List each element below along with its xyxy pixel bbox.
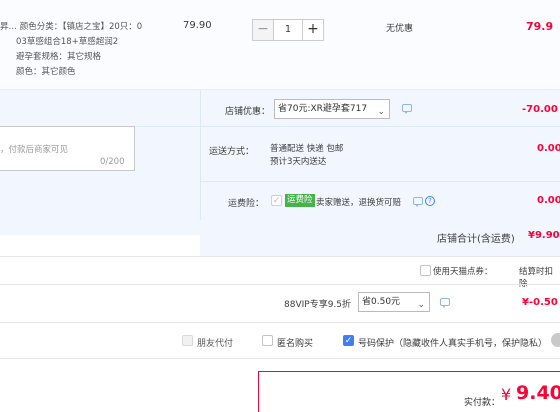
chevron-down-icon: ⌄ [417,300,425,310]
chat-icon[interactable] [402,104,412,114]
decrease-quantity-button[interactable]: − [253,20,274,40]
anonymous-label: 匿名购买 [277,339,314,349]
shop-coupon-value: 省70元:XR避孕套717 [278,104,368,114]
vip-discount-value: 省0.50元 [362,297,401,307]
order-confirm-page: 昇… 颜色分类：【镇店之宝】20只：0 03草感组合18+草感超润2 避孕套规格… [0,0,560,412]
chat-icon[interactable] [440,298,450,308]
friend-pay-label: 朋友代付 [197,339,234,349]
insurance-amount: 0.00 [537,195,560,206]
spec-line: 昇… 颜色分类：【镇店之宝】20只：0 [0,22,143,32]
shipping-amount: 0.00 [537,143,560,154]
spec-line: 颜色：其它颜色 [16,67,76,77]
payment-label: 实付款： [464,398,501,408]
tmall-points-checkbox[interactable] [420,265,431,276]
insurance-label: 运费险： [227,199,264,209]
divider [0,322,560,323]
vip-discount-select[interactable]: 省0.50元 ⌄ [358,292,430,312]
shipping-method-line: 普通配送 快递 包邮 [270,144,344,154]
increase-quantity-button[interactable]: + [302,20,323,40]
privacy-info-icon[interactable] [551,333,560,347]
divider [0,284,560,285]
shop-coupon-amount: -70.00 [522,104,558,115]
payment-amount: 9.40 [516,382,560,404]
divider [200,181,560,182]
chevron-down-icon: ⌄ [377,107,385,117]
divider [0,358,560,359]
shop-coupon-label: 店铺优惠： [224,107,270,117]
store-total-value: ¥9.90 [528,230,560,241]
spec-line: 03草感组合18+草感超润2 [16,37,119,47]
shipping-method[interactable]: 普通配送 快递 包邮 预计3天内送达 [270,143,343,169]
unit-price: 79.90 [183,20,212,31]
anonymous-checkbox[interactable] [262,335,273,346]
chat-icon[interactable] [413,197,423,207]
vip-discount-label: 88VIP专享9.5折 [284,300,352,310]
shipping-label: 运送方式： [208,147,254,157]
privacy-label: 号码保护（隐藏收件人真实手机号，保护隐私） [358,339,548,349]
discount-text: 无优惠 [386,24,414,34]
privacy-checkbox[interactable]: ✓ [343,335,354,346]
shipping-eta: 预计3天内送达 [270,157,327,167]
vip-discount-amount: ¥-0.50 [522,297,558,308]
insurance-badge: 运费险 [285,194,315,207]
insurance-text: 卖家赠送，退换货可赔 [316,198,402,208]
shop-coupon-select[interactable]: 省70元:XR避孕套717 ⌄ [274,99,390,119]
divider [200,126,560,127]
message-char-count: 0/200 [100,157,125,167]
tmall-points-label: 使用天猫点券： [433,267,493,277]
row-total-price: 79.9 [526,20,554,33]
payment-summary [258,371,560,412]
insurance-checkbox[interactable]: ✓ [271,195,282,206]
spec-line: 避孕套规格：其它规格 [16,52,102,62]
divider [0,256,560,257]
settle-deduct-label: 结算时扣除 [519,267,554,289]
friend-pay-checkbox[interactable] [182,335,193,346]
seller-message-placeholder: ，付款后商家可见 [0,145,69,155]
help-icon[interactable]: ? [425,196,435,206]
quantity-stepper: − 1 + [252,19,324,41]
store-total-label: 店铺合计(含运费) [437,234,515,245]
quantity-input[interactable]: 1 [274,20,302,40]
payment-currency: ¥ [501,385,512,404]
